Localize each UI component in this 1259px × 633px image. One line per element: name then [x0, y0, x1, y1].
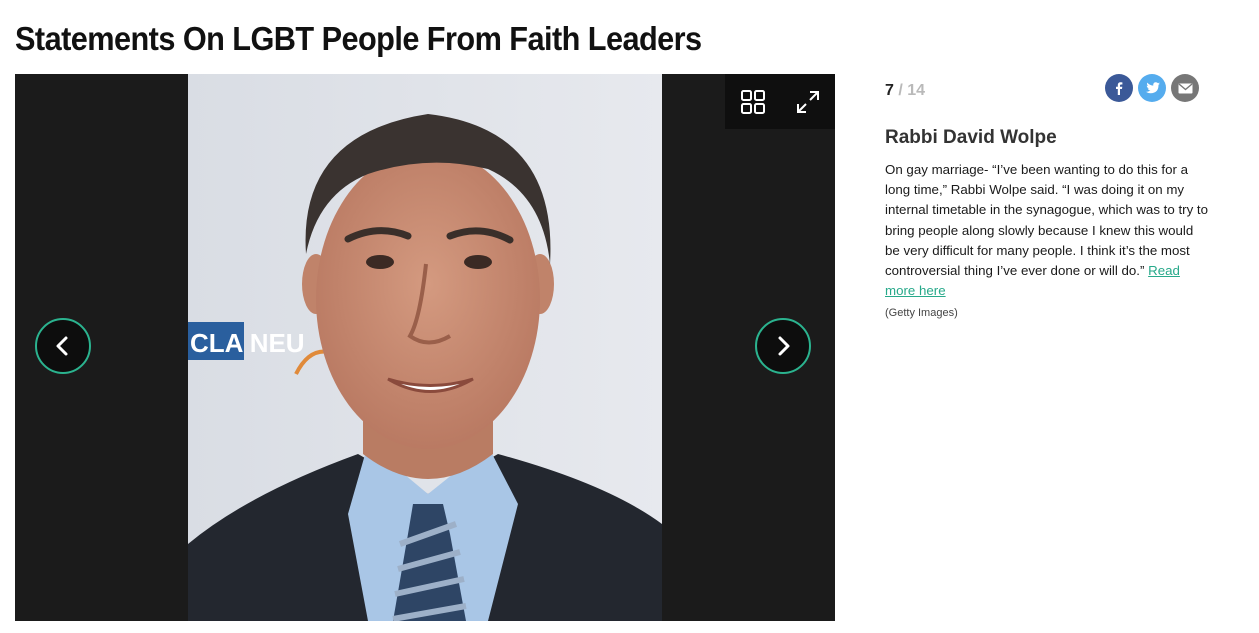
grid-icon: [740, 89, 765, 114]
facebook-icon: [1116, 82, 1123, 95]
facebook-share-button[interactable]: [1105, 74, 1133, 102]
slide-photo: CLA NEU: [188, 74, 662, 621]
photo-credit: (Getty Images): [885, 307, 958, 319]
chevron-left-icon: [56, 336, 68, 356]
share-buttons: [1105, 74, 1199, 102]
backdrop-logo-text: CLA NEU: [190, 328, 305, 358]
slide-title: Rabbi David Wolpe: [885, 127, 1057, 148]
email-icon: [1178, 82, 1192, 93]
expand-icon: [796, 90, 819, 113]
email-share-button[interactable]: [1171, 74, 1199, 102]
slide-counter: 7 / 14: [885, 82, 925, 100]
grid-view-button[interactable]: [736, 85, 770, 119]
previous-slide-button[interactable]: [35, 318, 91, 374]
gallery-viewer: CLA NEU: [15, 74, 835, 621]
fullscreen-button[interactable]: [791, 85, 825, 119]
twitter-icon: [1145, 81, 1160, 93]
twitter-share-button[interactable]: [1138, 74, 1166, 102]
slide-caption: On gay marriage- “I’ve been wanting to d…: [885, 160, 1210, 301]
slide-caption-text: On gay marriage- “I’ve been wanting to d…: [885, 162, 1208, 279]
slide-counter-current: 7: [885, 82, 894, 99]
page-title: Statements On LGBT People From Faith Lea…: [15, 20, 702, 57]
slide-counter-total: 14: [907, 82, 926, 99]
chevron-right-icon: [778, 336, 790, 356]
slide-counter-separator: /: [898, 82, 903, 99]
gallery-toolbar: [725, 74, 835, 129]
next-slide-button[interactable]: [755, 318, 811, 374]
